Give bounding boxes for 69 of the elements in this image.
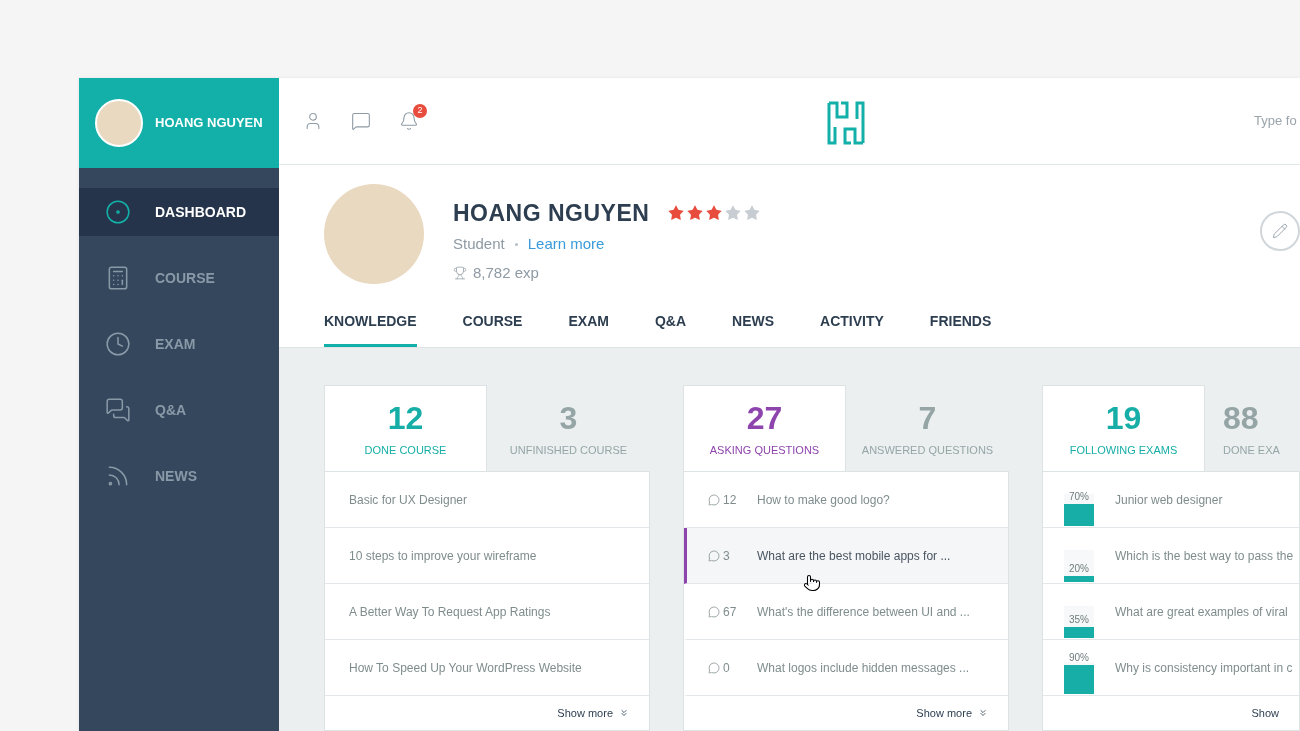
search-field[interactable]: Type fo — [1254, 111, 1300, 131]
learn-more-link[interactable]: Learn more — [527, 233, 605, 256]
chevron-down-icon — [978, 708, 988, 718]
comment-icon — [708, 661, 720, 674]
profile-tab[interactable]: ACTIVITY — [820, 311, 884, 347]
show-more-button[interactable]: Show — [1251, 704, 1279, 722]
sidebar-item[interactable]: DASHBOARD — [79, 188, 279, 236]
target-icon — [105, 199, 131, 225]
exam-title[interactable]: Why is consistency important in c — [1115, 658, 1293, 677]
show-more-button[interactable]: Show more — [916, 704, 988, 722]
avatar-photo — [95, 99, 143, 147]
hand-cursor-icon — [803, 573, 821, 592]
stat-tab[interactable]: 88 DONE EXA — [1205, 385, 1300, 471]
trophy-icon — [453, 265, 467, 280]
chat-icon[interactable] — [351, 110, 371, 131]
course-title[interactable]: How To Speed Up Your WordPress Website — [349, 658, 582, 677]
reply-count: 0 — [723, 659, 731, 677]
profile-name: HOANG NGUYEN — [453, 198, 650, 228]
user-name: HOANG NGUYEN — [155, 114, 263, 133]
comment-icon — [708, 493, 720, 506]
reply-count: 3 — [723, 547, 731, 565]
exp-label: 8,782 exp — [473, 262, 539, 283]
exam-title[interactable]: Junior web designer — [1115, 490, 1223, 509]
profile-tab[interactable]: NEWS — [732, 311, 775, 347]
course-title[interactable]: A Better Way To Request App Ratings — [349, 602, 551, 621]
course-title[interactable]: 10 steps to improve your wireframe — [349, 546, 537, 565]
pencil-icon — [1272, 222, 1288, 239]
percent-label: 90% — [1068, 652, 1090, 665]
exam-title[interactable]: Which is the best way to pass the — [1115, 546, 1294, 565]
role-label: Student — [453, 234, 505, 255]
chat-bubbles-icon — [105, 397, 131, 423]
star-icon — [724, 203, 743, 222]
sidebar-item[interactable]: EXAM — [79, 320, 279, 368]
reply-count: 12 — [723, 491, 738, 509]
stat-tab[interactable]: 3 UNFINISHED COURSE — [487, 385, 650, 471]
stat-tab[interactable]: 27 ASKING QUESTIONS — [683, 385, 846, 471]
star-icon — [667, 203, 686, 222]
logo-icon — [827, 101, 865, 145]
stat-tab[interactable]: 7 ANSWERED QUESTIONS — [846, 385, 1009, 471]
comment-icon — [708, 549, 720, 562]
sidebar-item[interactable]: NEWS — [79, 452, 279, 500]
question-title: What are the best mobile apps for ... — [757, 547, 951, 565]
question-title: What logos include hidden messages ... — [757, 659, 970, 677]
stat-tab[interactable]: 12 DONE COURSE — [324, 385, 487, 471]
star-icon — [743, 203, 762, 222]
show-more-button[interactable]: Show more — [557, 704, 629, 722]
comment-icon — [708, 605, 720, 618]
star-icon — [686, 203, 705, 222]
profile-tab[interactable]: FRIENDS — [929, 311, 992, 347]
profile-tab[interactable]: Q&A — [654, 311, 687, 347]
question-title: What's the difference between UI and ... — [757, 603, 970, 621]
percent-label: 70% — [1068, 490, 1090, 503]
percent-label: 20% — [1068, 562, 1090, 575]
sidebar-item[interactable]: Q&A — [79, 386, 279, 434]
question-title: How to make good logo? — [757, 491, 890, 509]
stat-tab[interactable]: 19 FOLLOWING EXAMS — [1042, 385, 1205, 471]
chevron-down-icon — [619, 708, 629, 718]
course-title[interactable]: Basic for UX Designer — [349, 490, 468, 509]
exam-title[interactable]: What are great examples of viral — [1115, 602, 1288, 621]
profile-tab[interactable]: COURSE — [462, 311, 523, 347]
edit-button[interactable] — [1260, 210, 1300, 251]
clock-icon — [105, 331, 131, 357]
star-icon — [705, 203, 724, 222]
bell-icon[interactable] — [399, 110, 419, 131]
percent-label: 35% — [1068, 613, 1090, 626]
sidebar-item[interactable]: COURSE — [79, 254, 279, 302]
reply-count: 67 — [723, 603, 738, 621]
notification-badge: 2 — [413, 103, 427, 118]
profile-tab[interactable]: EXAM — [568, 311, 609, 347]
